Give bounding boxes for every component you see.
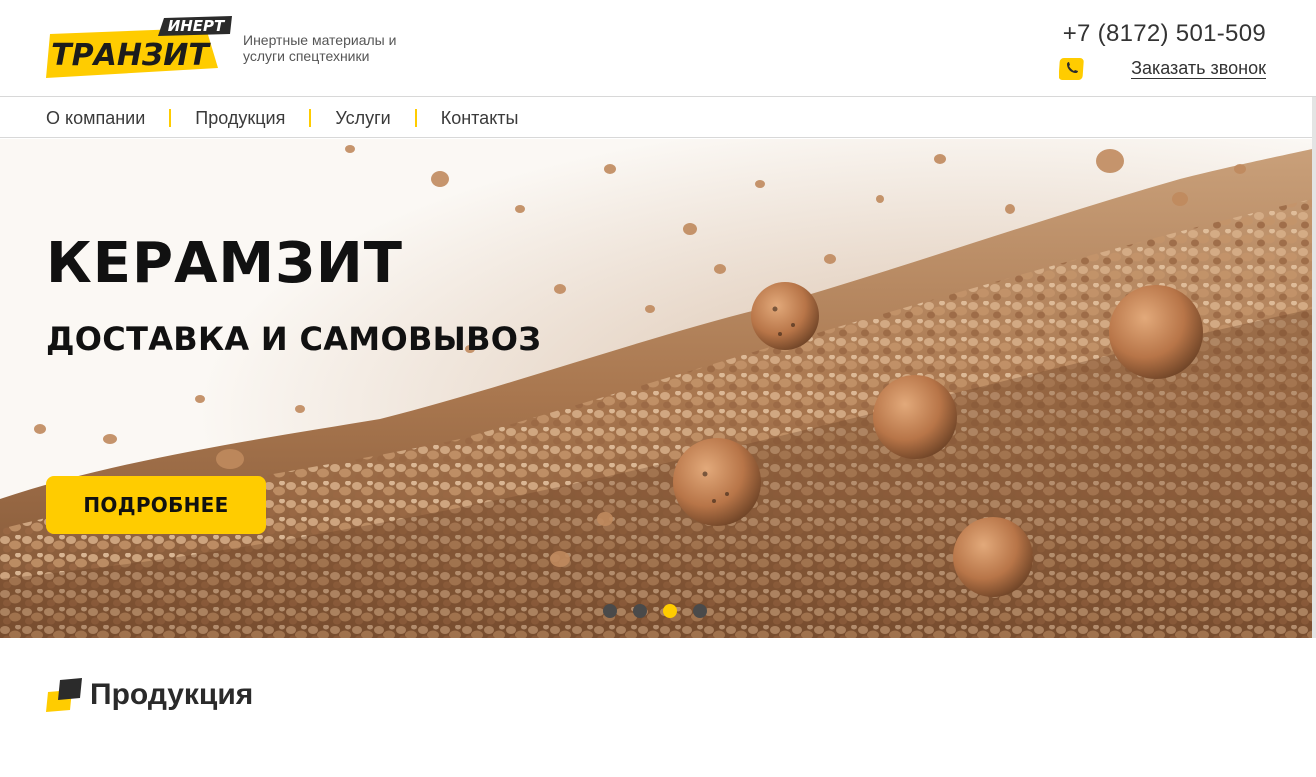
nav-item-about: О компании (46, 108, 195, 129)
nav-item-services: Услуги (335, 108, 440, 129)
nav-separator (309, 109, 312, 127)
slider-dot-4[interactable] (693, 604, 707, 618)
products-title: Продукция (90, 678, 254, 711)
slider-dot-3-active[interactable] (663, 604, 677, 618)
logo[interactable]: ИНЕРТ ТРАНЗИТ (46, 16, 234, 80)
products-icon (46, 678, 82, 712)
logo-badge-text: ИНЕРТ (168, 17, 226, 35)
hero-slider: КЕРАМЗИТ ДОСТАВКА И САМОВЫВОЗ ПОДРОБНЕЕ (0, 139, 1312, 638)
phone-number[interactable]: +7 (8172) 501-509 (1063, 20, 1266, 48)
nav-separator (169, 109, 172, 127)
slider-dot-1[interactable] (603, 604, 617, 618)
nav-link-about[interactable]: О компании (46, 108, 145, 129)
more-button[interactable]: ПОДРОБНЕЕ (46, 476, 266, 534)
site-header: ИНЕРТ ТРАНЗИТ Инертные материалы и услуг… (0, 0, 1316, 97)
nav-item-contacts: Контакты (441, 108, 519, 129)
nav-item-products: Продукция (195, 108, 335, 129)
tagline: Инертные материалы и услуги спецтехники (243, 32, 397, 64)
hero-background-image (0, 139, 1312, 638)
slider-dot-2[interactable] (633, 604, 647, 618)
hero-subtitle: ДОСТАВКА И САМОВЫВОЗ (46, 320, 542, 358)
nav-link-contacts[interactable]: Контакты (441, 108, 519, 129)
nav-link-products[interactable]: Продукция (195, 108, 285, 129)
nav-separator (414, 109, 417, 127)
nav-link-services[interactable]: Услуги (335, 108, 390, 129)
slider-pagination (603, 604, 707, 618)
products-section-heading: Продукция (46, 678, 253, 712)
callback-link[interactable]: Заказать звонок (1131, 58, 1266, 79)
hero-title: КЕРАМЗИТ (46, 231, 403, 296)
main-nav: О компании Продукция Услуги Контакты (0, 98, 1316, 138)
logo-mark: ИНЕРТ ТРАНЗИТ (46, 16, 232, 78)
logo-main-text: ТРАНЗИТ (51, 38, 211, 73)
phone-icon[interactable] (1058, 57, 1085, 81)
scrollbar-track[interactable] (1312, 97, 1316, 638)
